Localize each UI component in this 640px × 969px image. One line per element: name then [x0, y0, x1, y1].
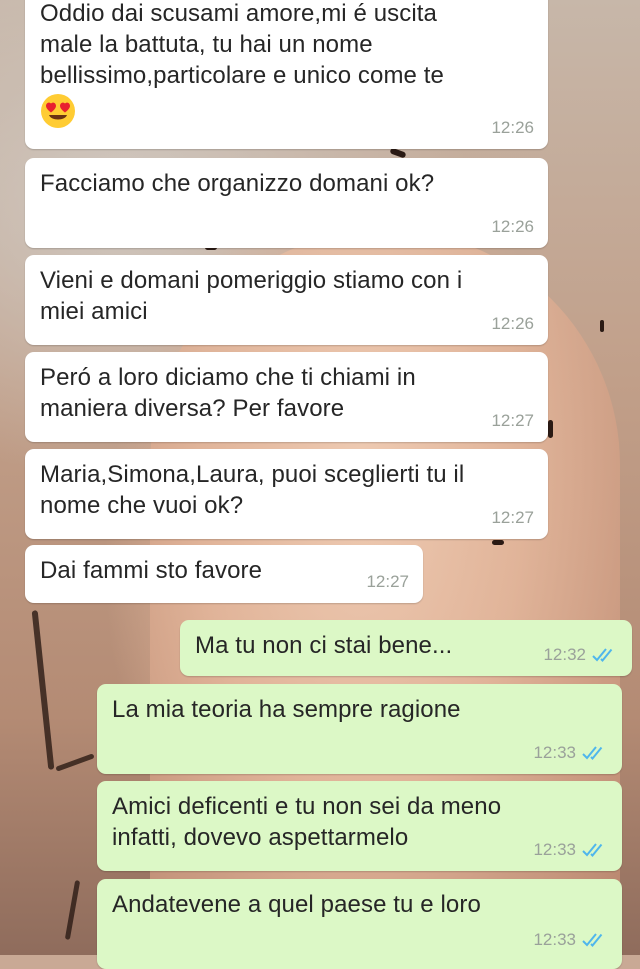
- message-bubble-outgoing[interactable]: Ma tu non ci stai bene... 12:32: [180, 620, 632, 676]
- message-time: 12:33: [533, 743, 576, 762]
- double-check-read-icon: [582, 842, 603, 857]
- message-list[interactable]: Oddio dai scusami amore,mi é uscita male…: [0, 0, 640, 969]
- message-bubble-outgoing[interactable]: La mia teoria ha sempre ragione 12:33: [97, 684, 622, 774]
- message-meta: 12:33: [533, 924, 608, 955]
- message-text: Oddio dai scusami amore,mi é uscita male…: [40, 0, 444, 89]
- message-time: 12:32: [543, 645, 586, 664]
- message-text: Facciamo che organizzo domani ok?: [40, 170, 435, 197]
- message-bubble-outgoing[interactable]: Amici deficenti e tu non sei da meno inf…: [97, 781, 622, 871]
- message-meta: 12:33: [533, 834, 608, 865]
- message-bubble-incoming[interactable]: Facciamo che organizzo domani ok? 12:26: [25, 158, 548, 248]
- message-time: 12:27: [491, 411, 534, 430]
- message-text: Peró a loro diciamo che ti chiami in man…: [40, 364, 416, 422]
- message-meta: 12:27: [366, 566, 409, 597]
- message-meta: 12:27: [491, 502, 534, 533]
- message-bubble-incoming[interactable]: Maria,Simona,Laura, puoi sceglierti tu i…: [25, 449, 548, 539]
- message-bubble-outgoing[interactable]: Andatevene a quel paese tu e loro 12:33: [97, 879, 622, 969]
- message-meta: 12:26: [491, 211, 534, 242]
- message-time: 12:26: [491, 118, 534, 137]
- message-meta: 12:32: [543, 639, 618, 670]
- message-bubble-incoming[interactable]: Peró a loro diciamo che ti chiami in man…: [25, 352, 548, 442]
- message-bubble-incoming[interactable]: Vieni e domani pomeriggio stiamo con i m…: [25, 255, 548, 345]
- message-time: 12:33: [533, 840, 576, 859]
- message-meta: 12:33: [533, 737, 608, 768]
- message-time: 12:33: [533, 930, 576, 949]
- message-meta: 12:26: [491, 308, 534, 339]
- message-time: 12:27: [366, 572, 409, 591]
- message-time: 12:26: [491, 314, 534, 333]
- message-bubble-incoming[interactable]: Oddio dai scusami amore,mi é uscita male…: [25, 0, 548, 149]
- message-meta: 12:26: [491, 112, 534, 143]
- message-text: Vieni e domani pomeriggio stiamo con i m…: [40, 267, 463, 325]
- message-text: La mia teoria ha sempre ragione: [112, 696, 461, 723]
- heart-eyes-emoji-icon: [41, 94, 75, 128]
- message-time: 12:26: [491, 217, 534, 236]
- message-time: 12:27: [491, 508, 534, 527]
- message-meta: 12:27: [491, 405, 534, 436]
- message-text: Maria,Simona,Laura, puoi sceglierti tu i…: [40, 461, 465, 519]
- message-text: Andatevene a quel paese tu e loro: [112, 891, 481, 918]
- double-check-read-icon: [582, 745, 603, 760]
- message-text: Dai fammi sto favore: [40, 557, 263, 584]
- double-check-read-icon: [592, 647, 613, 662]
- double-check-read-icon: [582, 932, 603, 947]
- message-bubble-incoming[interactable]: Dai fammi sto favore 12:27: [25, 545, 423, 603]
